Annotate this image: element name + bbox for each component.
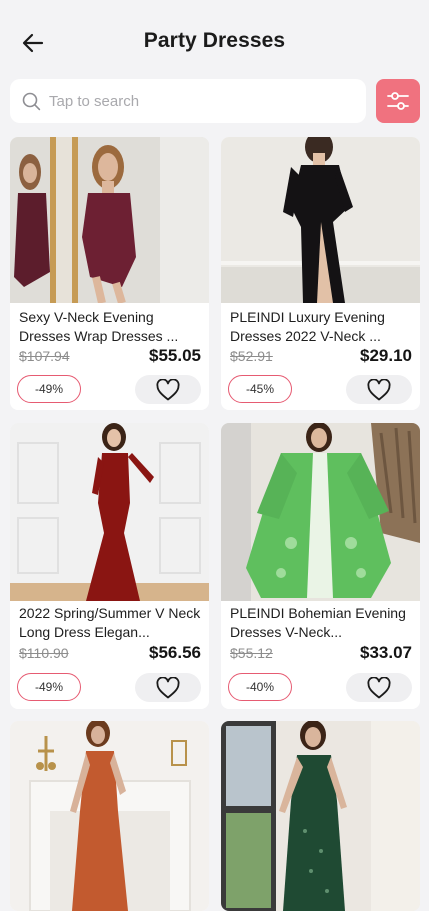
product-image[interactable] bbox=[221, 721, 420, 911]
product-image[interactable] bbox=[10, 423, 209, 601]
product-name: 2022 Spring/Summer V Neck Long Dress Ele… bbox=[19, 605, 201, 640]
page-title: Party Dresses bbox=[143, 29, 286, 52]
product-image[interactable] bbox=[10, 721, 209, 911]
product-image[interactable] bbox=[221, 423, 420, 601]
product-card[interactable]: Sexy V-Neck Evening Dresses Wrap Dresses… bbox=[10, 137, 209, 410]
product-card[interactable] bbox=[221, 721, 420, 911]
favorite-button[interactable] bbox=[346, 375, 412, 404]
discount-badge: -49% bbox=[17, 375, 81, 403]
product-image[interactable] bbox=[221, 137, 420, 303]
search-input[interactable] bbox=[49, 92, 339, 110]
sale-price: $29.10 bbox=[360, 346, 412, 365]
sliders-icon bbox=[387, 92, 409, 110]
app-header: Party Dresses bbox=[0, 0, 429, 84]
product-image[interactable] bbox=[10, 137, 209, 303]
filter-button[interactable] bbox=[376, 79, 420, 123]
product-name: PLEINDI Luxury Evening Dresses 2022 V-Ne… bbox=[230, 309, 385, 344]
original-price: $110.90 bbox=[19, 645, 69, 661]
original-price: $55.12 bbox=[230, 645, 273, 661]
favorite-button[interactable] bbox=[135, 375, 201, 404]
product-card[interactable]: 2022 Spring/Summer V Neck Long Dress Ele… bbox=[10, 423, 209, 709]
search-bar[interactable] bbox=[10, 79, 366, 123]
discount-badge: -45% bbox=[228, 375, 292, 403]
original-price: $52.91 bbox=[230, 348, 273, 364]
original-price: $107.94 bbox=[19, 348, 70, 364]
favorite-button[interactable] bbox=[346, 673, 412, 702]
product-name: Sexy V-Neck Evening Dresses Wrap Dresses… bbox=[19, 309, 179, 344]
discount-badge: -49% bbox=[17, 673, 81, 701]
sale-price: $56.56 bbox=[149, 643, 201, 662]
sale-price: $55.05 bbox=[149, 346, 201, 365]
favorite-button[interactable] bbox=[135, 673, 201, 702]
product-card[interactable]: PLEINDI Luxury Evening Dresses 2022 V-Ne… bbox=[221, 137, 420, 410]
product-name: PLEINDI Bohemian Evening Dresses V-Neck.… bbox=[230, 605, 406, 640]
product-card[interactable] bbox=[10, 721, 209, 911]
heart-outline-icon bbox=[156, 378, 180, 400]
discount-badge: -40% bbox=[228, 673, 292, 701]
product-card[interactable]: PLEINDI Bohemian Evening Dresses V-Neck.… bbox=[221, 423, 420, 709]
heart-outline-icon bbox=[367, 378, 391, 400]
heart-outline-icon bbox=[367, 676, 391, 698]
search-icon bbox=[21, 91, 41, 111]
sale-price: $33.07 bbox=[360, 643, 412, 662]
heart-outline-icon bbox=[156, 676, 180, 698]
